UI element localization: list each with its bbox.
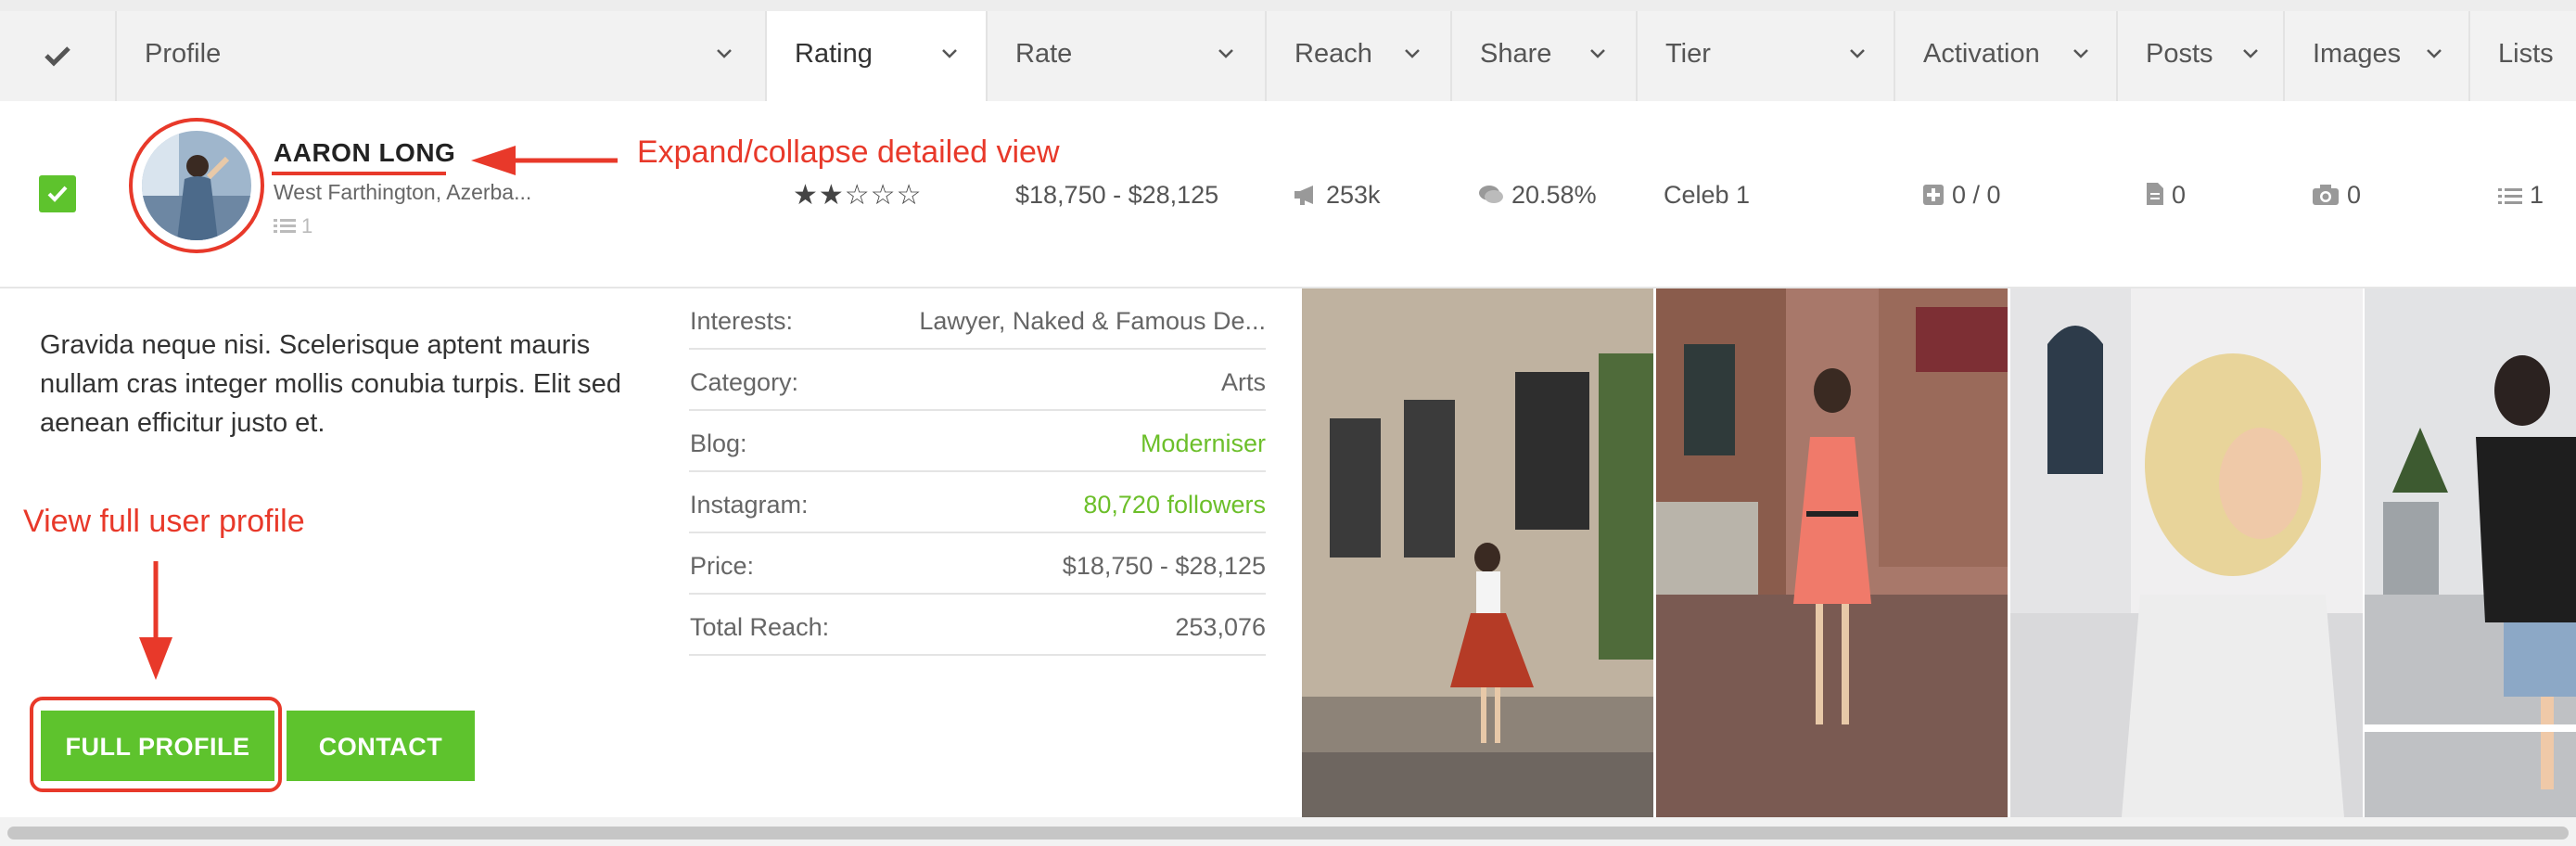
reach-value: 253k xyxy=(1326,181,1381,209)
column-label: Tier xyxy=(1665,39,1711,69)
info-key: Price: xyxy=(690,552,755,580)
column-label: Activation xyxy=(1923,39,2040,69)
column-header-rating[interactable]: Rating xyxy=(765,11,986,101)
influencer-name-link[interactable]: AARON LONG xyxy=(274,138,455,168)
posts-value: 0 xyxy=(2172,181,2187,209)
info-key: Interests: xyxy=(690,307,794,335)
column-header-images[interactable]: Images xyxy=(2283,11,2468,101)
gallery-image[interactable] xyxy=(1302,288,1653,817)
blog-link[interactable]: Moderniser xyxy=(1141,429,1266,458)
rating-stars[interactable]: ★★☆☆☆ xyxy=(793,179,922,212)
info-row-blog: Blog: Moderniser xyxy=(689,411,1266,472)
chevron-down-icon xyxy=(1218,49,1233,58)
posts-cell: 0 xyxy=(2146,181,2186,210)
info-key: Category: xyxy=(690,368,799,396)
profile-description: Gravida neque nisi. Scelerisque aptent m… xyxy=(40,330,621,438)
column-label: Rate xyxy=(1015,39,1073,69)
chevron-down-icon xyxy=(2073,49,2088,58)
info-value: Arts xyxy=(1220,368,1266,396)
chevron-down-icon xyxy=(2427,49,2442,58)
chevron-down-icon xyxy=(1590,49,1605,58)
info-value: Lawyer, Naked & Famous De... xyxy=(919,307,1266,335)
column-header-share[interactable]: Share xyxy=(1450,11,1636,101)
column-label: Reach xyxy=(1294,39,1372,69)
avatar-highlight xyxy=(129,118,264,253)
column-header-rate[interactable]: Rate xyxy=(986,11,1265,101)
chevron-down-icon xyxy=(1850,49,1865,58)
column-label: Lists xyxy=(2498,39,2554,69)
table-header: Profile Rating Rate Reach Share Tier Act… xyxy=(0,11,2576,103)
comments-icon xyxy=(1479,186,1503,203)
annotation-arrow-left-icon xyxy=(471,146,618,175)
column-header-reach[interactable]: Reach xyxy=(1265,11,1450,101)
list-icon xyxy=(2498,188,2522,204)
lists-value: 1 xyxy=(2530,181,2544,209)
annotation-full-profile: View full user profile xyxy=(23,504,305,539)
info-row-price: Price: $18,750 - $28,125 xyxy=(689,533,1266,595)
info-key: Instagram: xyxy=(690,491,809,519)
share-value: 20.58% xyxy=(1511,181,1597,209)
column-header-profile[interactable]: Profile xyxy=(115,11,765,101)
share-cell: 20.58% xyxy=(1478,181,1597,210)
info-row-category: Category: Arts xyxy=(689,350,1266,411)
list-count: 1 xyxy=(274,214,312,238)
info-row-total-reach: Total Reach: 253,076 xyxy=(689,595,1266,656)
gallery-image[interactable] xyxy=(1656,288,2008,817)
list-count-value: 1 xyxy=(301,214,313,237)
contact-button[interactable]: CONTACT xyxy=(287,711,475,781)
activation-value: 0 / 0 xyxy=(1952,181,2001,209)
chevron-down-icon xyxy=(717,49,732,58)
info-value: $18,750 - $28,125 xyxy=(1062,552,1266,580)
select-all-column[interactable] xyxy=(0,11,115,101)
column-label: Images xyxy=(2313,39,2402,69)
row-checkbox[interactable] xyxy=(39,175,76,212)
instagram-link[interactable]: 80,720 followers xyxy=(1083,491,1266,519)
column-label: Profile xyxy=(145,39,222,69)
column-header-posts[interactable]: Posts xyxy=(2116,11,2283,101)
info-key: Blog: xyxy=(690,429,747,457)
info-row-instagram: Instagram: 80,720 followers xyxy=(689,472,1266,533)
column-label: Share xyxy=(1480,39,1552,69)
annotation-arrow-down-icon xyxy=(139,561,172,680)
gallery-image[interactable] xyxy=(2365,288,2576,817)
chevron-down-icon xyxy=(942,49,957,58)
images-value: 0 xyxy=(2347,181,2362,209)
column-label: Posts xyxy=(2146,39,2213,69)
scrollbar-thumb[interactable] xyxy=(7,827,2569,840)
tier-value: Celeb 1 xyxy=(1664,181,1751,209)
info-key: Total Reach: xyxy=(690,613,830,641)
info-row-interests: Interests: Lawyer, Naked & Famous De... xyxy=(689,288,1266,350)
full-profile-button[interactable]: FULL PROFILE xyxy=(41,711,274,781)
gallery-image[interactable] xyxy=(2010,288,2363,817)
checkmark-icon xyxy=(45,46,70,67)
chevron-down-icon xyxy=(2243,49,2258,58)
horizontal-scrollbar[interactable] xyxy=(0,817,2576,846)
influencer-location: West Farthington, Azerba... xyxy=(274,180,532,204)
chevron-down-icon xyxy=(1405,49,1420,58)
column-header-lists[interactable]: Lists xyxy=(2468,11,2576,101)
lists-cell: 1 xyxy=(2498,181,2544,210)
avatar[interactable] xyxy=(142,131,251,240)
camera-icon xyxy=(2313,185,2339,205)
plus-square-icon xyxy=(1923,185,1944,205)
images-cell: 0 xyxy=(2312,181,2361,210)
megaphone-icon xyxy=(1294,186,1313,205)
list-icon xyxy=(274,219,296,233)
top-strip xyxy=(0,0,2576,11)
column-header-tier[interactable]: Tier xyxy=(1636,11,1894,101)
column-header-activation[interactable]: Activation xyxy=(1894,11,2116,101)
annotation-expand: Expand/collapse detailed view xyxy=(637,135,1060,170)
reach-cell: 253k xyxy=(1293,181,1381,210)
column-label: Rating xyxy=(795,39,873,69)
info-value: 253,076 xyxy=(1175,613,1266,641)
document-icon xyxy=(2147,183,2163,205)
checkmark-icon xyxy=(47,186,68,202)
rate-value: $18,750 - $28,125 xyxy=(1015,181,1219,209)
activation-cell: 0 / 0 xyxy=(1922,181,2001,210)
table-row[interactable]: AARON LONG West Farthington, Azerba... 1… xyxy=(0,101,2576,288)
name-underline-highlight xyxy=(272,172,446,175)
